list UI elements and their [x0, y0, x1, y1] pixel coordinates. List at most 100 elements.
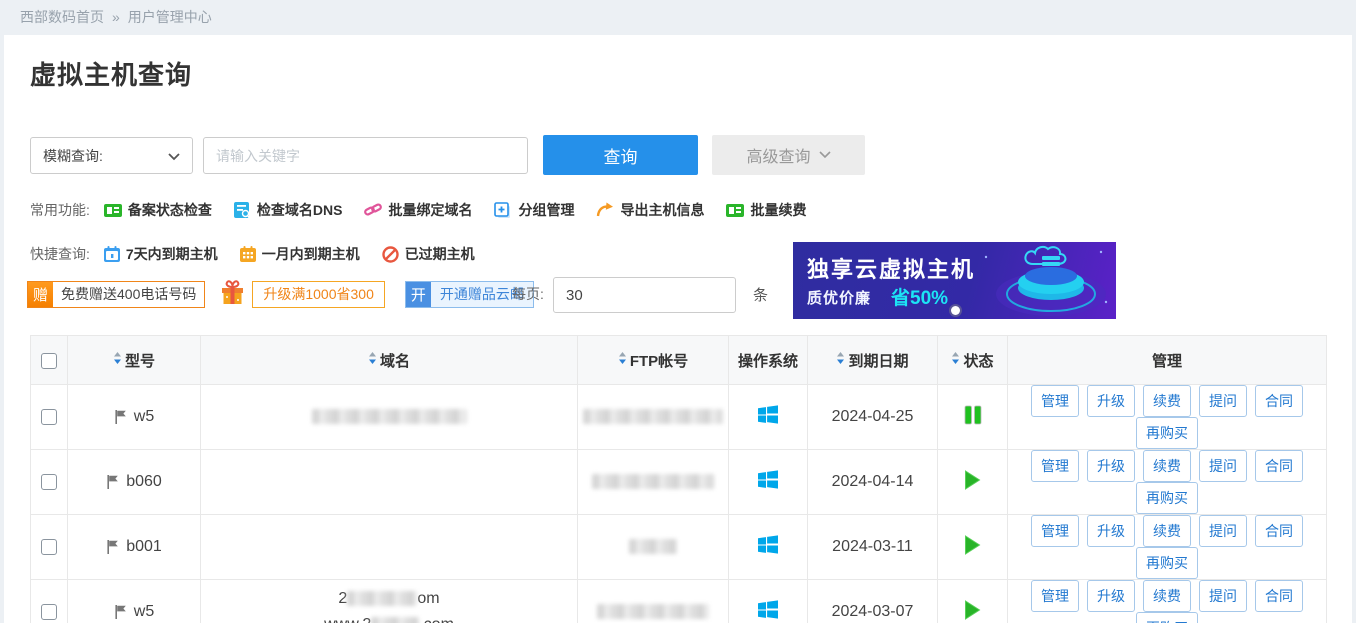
action-合同-button[interactable]: 合同: [1255, 385, 1303, 417]
batch-renew-icon: [726, 203, 744, 218]
column-header-os: 操作系统: [729, 350, 807, 371]
banner-discount: 省50%: [891, 283, 948, 310]
hosts-table: 型号 域名 FTP帐号 操作系统 到期日期 状态 管理 w5 2024-04-25…: [30, 335, 1327, 623]
expire-7days-link[interactable]: 7天内到期主机: [104, 244, 218, 264]
action-管理-button[interactable]: 管理: [1031, 580, 1079, 612]
column-label: FTP帐号: [630, 350, 688, 371]
batch-renew-link[interactable]: 批量续费: [726, 200, 806, 220]
group-manage-link[interactable]: 分组管理: [494, 200, 574, 220]
action-提问-button[interactable]: 提问: [1199, 450, 1247, 482]
flag-icon: [114, 409, 128, 425]
action-再购买-button[interactable]: 再购买: [1136, 482, 1198, 514]
windows-icon: [757, 599, 779, 621]
table-row: b0012024-03-11管理升级续费提问合同再购买: [31, 515, 1327, 580]
table-row: w5 2024-04-25 管理升级续费提问合同再购买: [31, 385, 1327, 450]
link-label: 导出主机信息: [620, 200, 704, 220]
carousel-dot[interactable]: [951, 306, 960, 315]
free-400-number-promo[interactable]: 赠 免费赠送400电话号码: [27, 281, 205, 308]
page-title: 虚拟主机查询: [30, 55, 192, 92]
action-再购买-button[interactable]: 再购买: [1136, 547, 1198, 579]
open-badge: 开: [406, 282, 431, 307]
calendar-orange-icon: [240, 246, 256, 263]
flag-icon: [106, 474, 120, 490]
windows-icon: [757, 469, 779, 491]
breadcrumb-separator: »: [112, 9, 120, 25]
link-label: 批量续费: [750, 200, 806, 220]
promo-banner[interactable]: 独享云虚拟主机 质优价廉 省50%: [793, 242, 1116, 319]
per-page-unit: 条: [753, 284, 768, 305]
action-升级-button[interactable]: 升级: [1087, 580, 1135, 612]
column-header-status[interactable]: 状态: [938, 350, 1007, 371]
batch-bind-domain-link[interactable]: 批量绑定域名: [364, 200, 472, 220]
breadcrumb-home-link[interactable]: 西部数码首页: [20, 7, 104, 27]
action-管理-button[interactable]: 管理: [1031, 450, 1079, 482]
masked-domain: [312, 409, 467, 424]
export-host-info-link[interactable]: 导出主机信息: [596, 200, 704, 220]
advanced-query-button[interactable]: 高级查询: [712, 135, 865, 175]
fuzzy-query-selected: 模糊查询:: [43, 146, 103, 166]
row-checkbox[interactable]: [41, 409, 57, 425]
link-label: 7天内到期主机: [126, 244, 218, 264]
expire-date: 2024-03-11: [832, 538, 913, 555]
row-checkbox[interactable]: [41, 474, 57, 490]
action-管理-button[interactable]: 管理: [1031, 385, 1079, 417]
action-合同-button[interactable]: 合同: [1255, 450, 1303, 482]
column-header-domain[interactable]: 域名: [201, 350, 577, 371]
column-header-expire[interactable]: 到期日期: [808, 350, 937, 371]
action-合同-button[interactable]: 合同: [1255, 515, 1303, 547]
page-root: 西部数码首页 » 用户管理中心 虚拟主机查询 模糊查询: 查询 高级查询 常用功…: [0, 0, 1356, 623]
column-label: 型号: [125, 350, 155, 371]
column-header-model[interactable]: 型号: [68, 350, 200, 371]
row-checkbox[interactable]: [41, 604, 57, 620]
actions-cell: 管理升级续费提问合同再购买: [1008, 385, 1327, 450]
link-label: 备案状态检查: [128, 200, 212, 220]
column-header-ftp[interactable]: FTP帐号: [578, 350, 728, 371]
action-升级-button[interactable]: 升级: [1087, 515, 1135, 547]
group-manage-icon: [494, 202, 512, 219]
keyword-input[interactable]: [203, 137, 528, 174]
quick-queries-label: 快捷查询:: [30, 244, 90, 264]
select-all-checkbox[interactable]: [41, 353, 57, 369]
action-提问-button[interactable]: 提问: [1199, 580, 1247, 612]
per-page-input[interactable]: [553, 277, 736, 313]
action-续费-button[interactable]: 续费: [1143, 385, 1191, 417]
banner-title: 独享云虚拟主机: [807, 252, 975, 284]
expire-month-link[interactable]: 一月内到期主机: [240, 244, 360, 264]
action-升级-button[interactable]: 升级: [1087, 385, 1135, 417]
windows-icon: [757, 534, 779, 556]
flag-icon: [114, 604, 128, 620]
flag-icon: [106, 539, 120, 555]
action-升级-button[interactable]: 升级: [1087, 450, 1135, 482]
host-model: w5: [134, 408, 154, 426]
action-再购买-button[interactable]: 再购买: [1136, 612, 1198, 623]
link-label: 分组管理: [518, 200, 574, 220]
chevron-down-icon: [168, 148, 180, 164]
action-提问-button[interactable]: 提问: [1199, 385, 1247, 417]
expire-date: 2024-04-14: [832, 473, 914, 490]
status-running-icon: [964, 470, 981, 490]
check-domain-dns-link[interactable]: 检查域名DNS: [234, 200, 343, 220]
status-paused-icon: [964, 405, 982, 425]
expire-date: 2024-04-25: [832, 408, 914, 425]
row-checkbox[interactable]: [41, 539, 57, 555]
table-row: b0602024-04-14管理升级续费提问合同再购买: [31, 450, 1327, 515]
column-label: 域名: [380, 350, 410, 371]
masked-ftp-account: [597, 604, 709, 619]
action-再购买-button[interactable]: 再购买: [1136, 417, 1198, 449]
action-合同-button[interactable]: 合同: [1255, 580, 1303, 612]
common-functions-row: 常用功能: 备案状态检查 检查域名DNS 批量绑定域名 分组管理: [30, 200, 828, 220]
action-续费-button[interactable]: 续费: [1143, 580, 1191, 612]
promo-label: 升级满1000省300: [263, 284, 374, 304]
upgrade-save-promo[interactable]: 升级满1000省300: [252, 281, 385, 308]
status-running-icon: [964, 600, 981, 620]
link-label: 批量绑定域名: [388, 200, 472, 220]
fuzzy-query-select[interactable]: 模糊查询:: [30, 137, 193, 174]
record-status-check-link[interactable]: 备案状态检查: [104, 200, 212, 220]
action-管理-button[interactable]: 管理: [1031, 515, 1079, 547]
column-label: 管理: [1152, 350, 1182, 371]
action-续费-button[interactable]: 续费: [1143, 515, 1191, 547]
action-续费-button[interactable]: 续费: [1143, 450, 1191, 482]
expired-hosts-link[interactable]: 已过期主机: [382, 244, 475, 264]
action-提问-button[interactable]: 提问: [1199, 515, 1247, 547]
query-button[interactable]: 查询: [543, 135, 698, 175]
